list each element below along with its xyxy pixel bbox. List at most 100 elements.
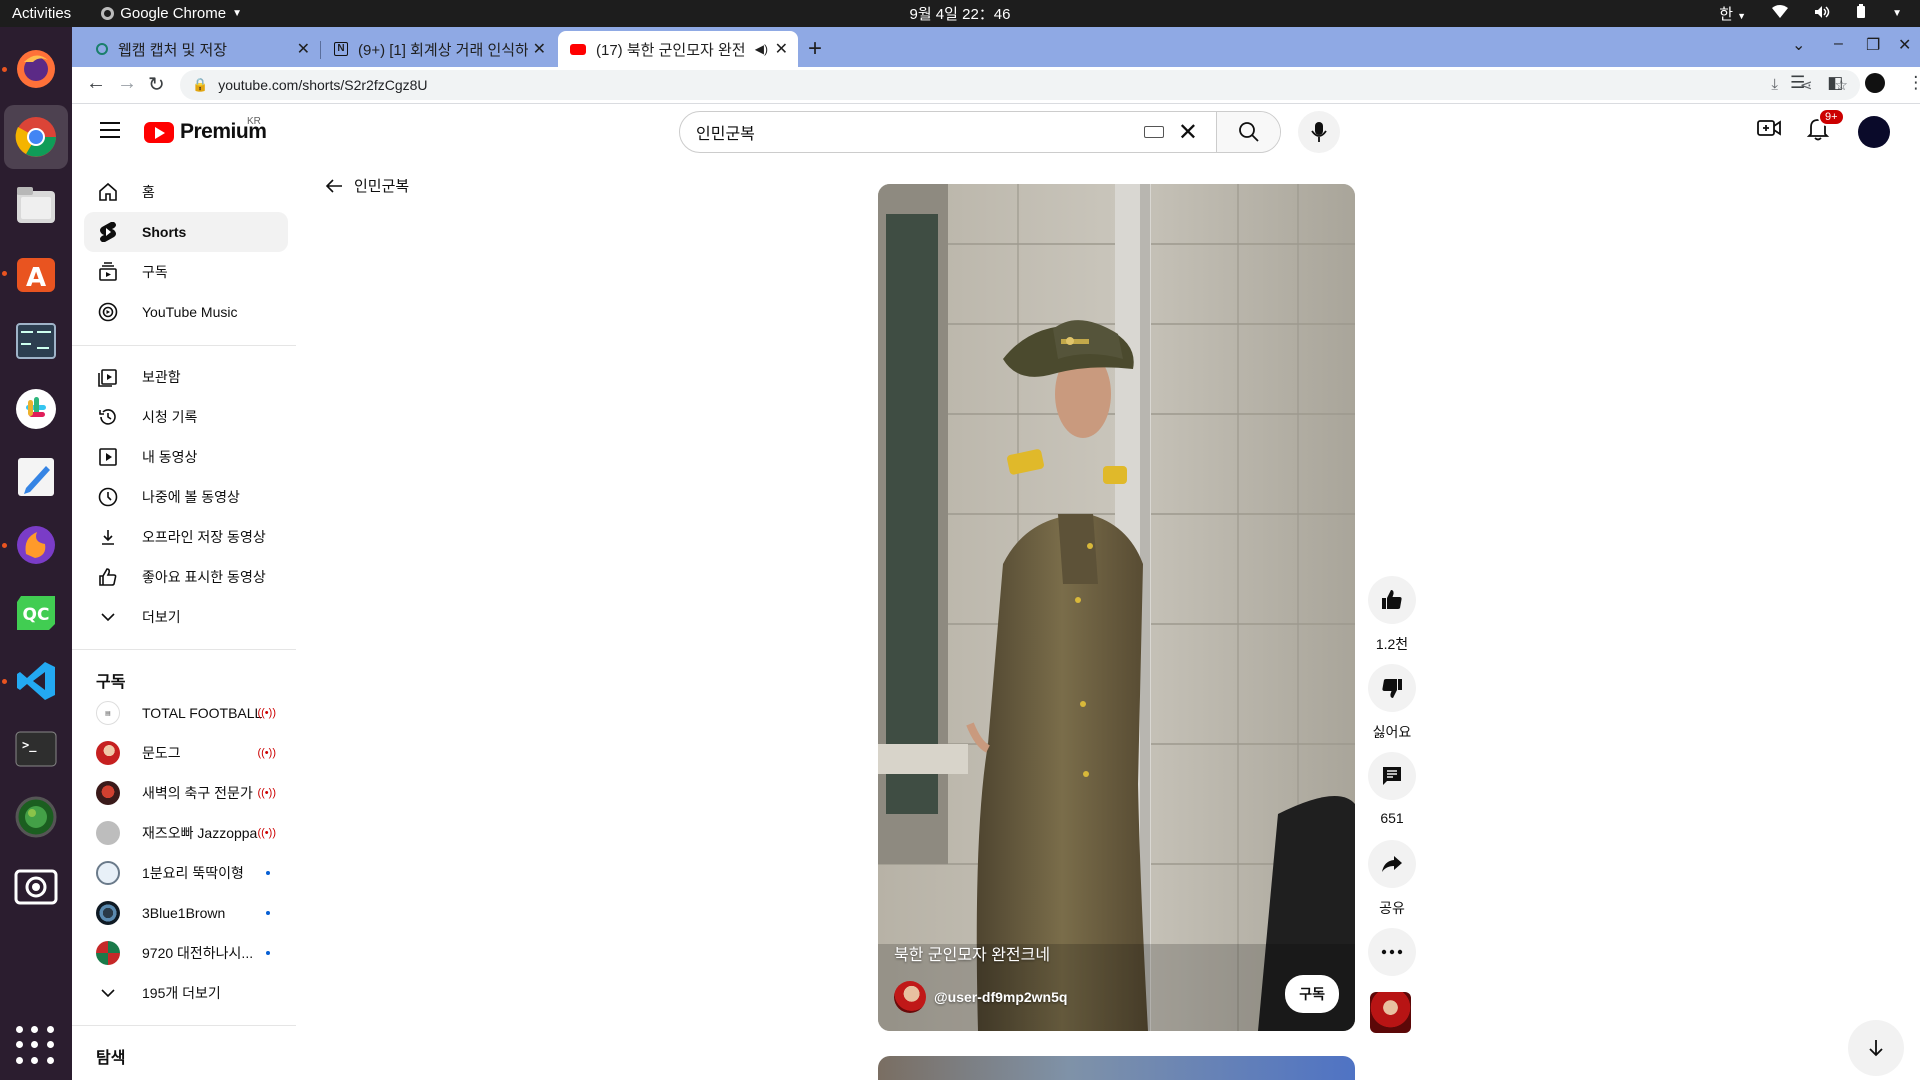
short-channel[interactable]: @user-df9mp2wn5q [894, 981, 1067, 1013]
reading-list-icon[interactable]: ☰ [1790, 73, 1805, 93]
dock-text-editor[interactable] [11, 452, 61, 502]
app-menu[interactable]: Google Chrome ▼ [101, 5, 242, 22]
home-icon [96, 180, 120, 204]
tab-webcam[interactable]: 웹캠 캡처 및 저장 ✕ [84, 31, 320, 67]
lock-icon[interactable]: 🔒 [192, 77, 208, 93]
minimize-button[interactable]: – [1834, 35, 1843, 53]
show-apps-grid-icon[interactable] [16, 1026, 56, 1066]
sound-thumbnail[interactable] [1370, 992, 1411, 1033]
hamburger-menu-icon[interactable] [100, 122, 120, 138]
side-panel-icon[interactable]: ◧ [1827, 73, 1843, 93]
sidebar-item-shorts[interactable]: Shorts [84, 212, 288, 252]
youtube-favicon-icon [570, 43, 586, 55]
tab-youtube[interactable]: (17) 북한 군인모자 완전크네 ◀) ✕ [558, 31, 798, 67]
subscription-item[interactable]: 3Blue1Brown [84, 893, 288, 933]
sidebar-item-library[interactable]: 보관함 [84, 357, 288, 397]
subscription-label: 문도그 [142, 745, 181, 761]
dock-screenshot[interactable] [11, 860, 61, 910]
subscription-item[interactable]: 9720 대전하나시... [84, 933, 288, 973]
search-input[interactable] [680, 112, 1144, 152]
keyboard-icon[interactable] [1143, 126, 1164, 138]
account-avatar[interactable] [1858, 116, 1890, 148]
address-bar[interactable]: 🔒 youtube.com/shorts/S2r2fzCgz8U ⤓ ⋖ ☆ [180, 70, 1860, 100]
comments-button[interactable] [1368, 752, 1416, 800]
dock-app-center[interactable]: A [2, 248, 61, 298]
dock-firefox[interactable] [2, 44, 61, 94]
create-button[interactable] [1755, 114, 1783, 147]
close-window-button[interactable]: ✕ [1898, 35, 1911, 55]
back-button[interactable]: ← [86, 72, 106, 95]
back-to-search-link[interactable]: 인민군복 [324, 175, 409, 196]
sidebar-item-youtube-music[interactable]: YouTube Music [84, 292, 288, 332]
dock-chrome[interactable] [4, 105, 68, 169]
search-button[interactable] [1216, 112, 1280, 152]
subscribe-button[interactable]: 구독 [1285, 975, 1339, 1013]
dock-files[interactable] [11, 180, 61, 230]
restore-button[interactable]: ❐ [1866, 35, 1880, 55]
history-icon [96, 405, 120, 429]
activities-button[interactable]: Activities [12, 5, 71, 22]
notifications-button[interactable]: 9+ [1804, 108, 1845, 147]
new-tab-button[interactable]: + [808, 35, 822, 63]
comment-count: 651 [1380, 810, 1404, 826]
system-tray[interactable]: 한 ▼ ▼ [1719, 3, 1902, 24]
input-method-indicator[interactable]: 한 ▼ [1719, 3, 1746, 24]
subscription-item[interactable]: 재즈오빠 Jazzoppa ((•)) [84, 813, 288, 853]
subscription-item[interactable]: 새벽의 축구 전문가 ((•)) [84, 773, 288, 813]
folder-icon [17, 187, 55, 223]
short-video-player[interactable]: 북한 군인모자 완전크네 @user-df9mp2wn5q 구독 [878, 184, 1355, 1031]
channel-handle[interactable]: @user-df9mp2wn5q [934, 989, 1067, 1005]
monitor-icon [16, 323, 56, 359]
close-icon[interactable]: ✕ [533, 39, 546, 59]
close-icon[interactable]: ✕ [775, 39, 788, 59]
dock-qt-creator[interactable]: QC [11, 588, 61, 638]
tab-search-button[interactable]: ⌄ [1792, 35, 1805, 55]
subscription-label: TOTAL FOOTBALL [142, 705, 263, 721]
subscription-item[interactable]: 문도그 ((•)) [84, 733, 288, 773]
arrow-down-icon [1869, 1040, 1883, 1057]
dock-globe-app[interactable] [11, 792, 61, 842]
short-title[interactable]: 북한 군인모자 완전크네 [894, 941, 1050, 965]
tab-notion[interactable]: N (9+) [1] 회계상 거래 인식하기 ✕ [322, 31, 556, 67]
sidebar-item-subscriptions[interactable]: 구독 [84, 252, 288, 292]
sidebar-item-your-videos[interactable]: 내 동영상 [84, 437, 288, 477]
slack-icon [16, 389, 56, 429]
more-options-button[interactable] [1368, 928, 1416, 976]
clear-search-icon[interactable]: ✕ [1178, 118, 1198, 147]
sidebar-item-history[interactable]: 시청 기록 [84, 397, 288, 437]
sidebar-item-show-more-subscriptions[interactable]: 195개 더보기 [84, 973, 288, 1013]
channel-avatar[interactable] [894, 981, 926, 1013]
url-text[interactable]: youtube.com/shorts/S2r2fzCgz8U [218, 77, 427, 93]
dock-slack[interactable] [11, 384, 61, 434]
dock-vscode[interactable] [2, 656, 61, 706]
share-button[interactable] [1368, 840, 1416, 888]
chevron-down-icon [96, 981, 120, 1005]
next-short-preview[interactable] [878, 1056, 1355, 1080]
kebab-menu-icon[interactable]: ⋮ [1907, 73, 1920, 93]
live-icon: ((•)) [257, 747, 276, 759]
dislike-button[interactable] [1368, 664, 1416, 712]
sidebar-item-label: 시청 기록 [142, 409, 198, 425]
sidebar-item-downloads[interactable]: 오프라인 저장 동영상 [84, 517, 288, 557]
sidebar-item-home[interactable]: 홈 [84, 172, 288, 212]
next-short-button[interactable] [1848, 1020, 1904, 1076]
dock-terminal[interactable]: >_ [11, 724, 61, 774]
dock-firefox-dev[interactable] [2, 520, 61, 570]
reload-button[interactable]: ↻ [148, 72, 165, 97]
profile-avatar[interactable] [1865, 73, 1886, 93]
close-icon[interactable]: ✕ [297, 39, 310, 59]
audio-playing-icon[interactable]: ◀) [755, 42, 768, 56]
shorts-icon [96, 220, 120, 244]
back-link-label: 인민군복 [354, 178, 410, 195]
sidebar-item-liked-videos[interactable]: 좋아요 표시한 동영상 [84, 557, 288, 597]
subscription-item[interactable]: 1분요리 뚝딱이형 [84, 853, 288, 893]
install-app-icon[interactable]: ⤓ [1771, 76, 1778, 94]
like-button[interactable] [1368, 576, 1416, 624]
dock-system-monitor[interactable] [11, 316, 61, 366]
sidebar-item-show-more[interactable]: 더보기 [84, 597, 288, 637]
clock[interactable]: 9월 4일 22：46 [910, 3, 1011, 24]
sidebar-item-watch-later[interactable]: 나중에 볼 동영상 [84, 477, 288, 517]
subscription-item[interactable]: ▤ TOTAL FOOTBALL ((•)) [84, 693, 288, 733]
forward-button[interactable]: → [117, 72, 137, 95]
voice-search-button[interactable] [1298, 111, 1340, 153]
